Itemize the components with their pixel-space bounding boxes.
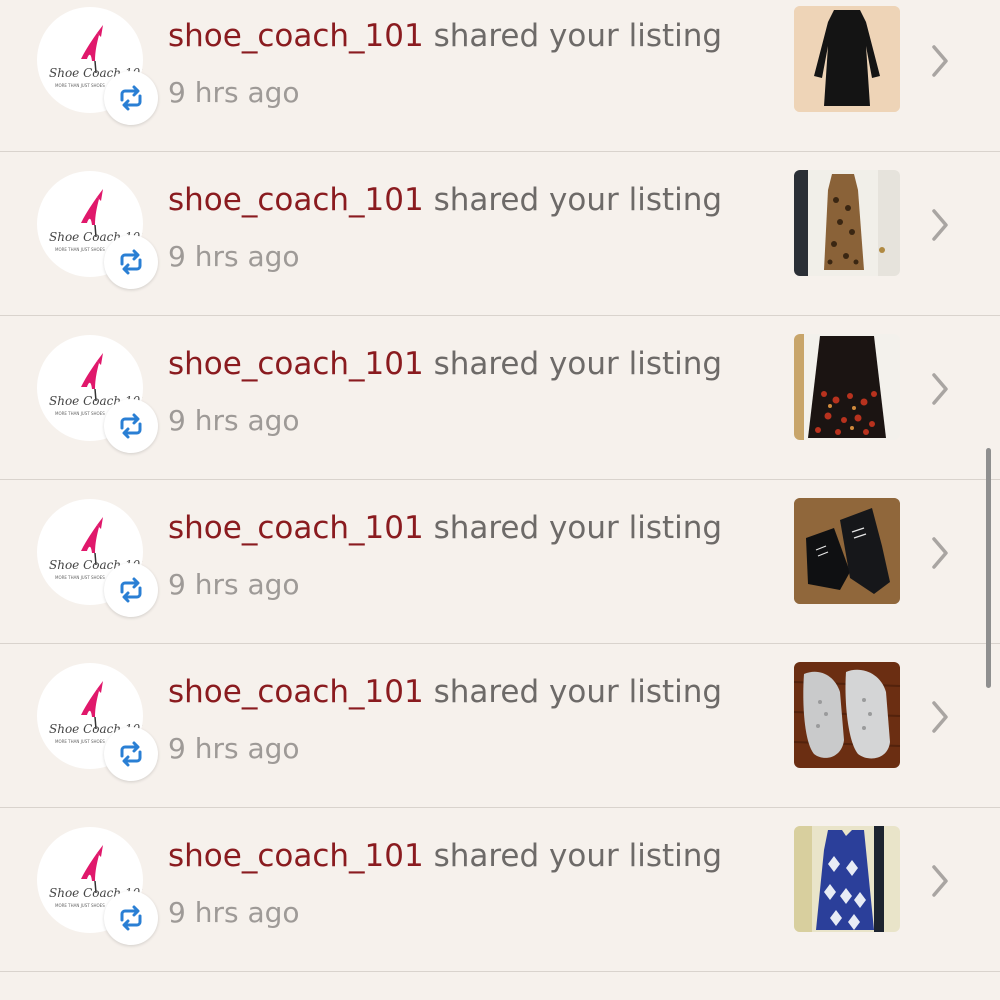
notification-text: shoe_coach_101 shared your listing bbox=[168, 670, 722, 714]
share-badge bbox=[104, 235, 158, 289]
listing-thumbnail[interactable] bbox=[794, 826, 900, 932]
timestamp: 9 hrs ago bbox=[168, 896, 300, 929]
share-badge bbox=[104, 399, 158, 453]
notification-text: shoe_coach_101 shared your listing bbox=[168, 14, 722, 58]
gray-sneakers-icon bbox=[794, 662, 900, 768]
notification-row[interactable]: Shoe Coach 101 MORE THAN JUST SHOES shoe… bbox=[0, 0, 1000, 152]
notification-text: shoe_coach_101 shared your listing bbox=[168, 506, 722, 550]
share-badge bbox=[104, 563, 158, 617]
notification-action: shared your listing bbox=[433, 674, 723, 710]
username-link[interactable]: shoe_coach_101 bbox=[168, 18, 424, 54]
notification-action: shared your listing bbox=[433, 510, 723, 546]
timestamp: 9 hrs ago bbox=[168, 568, 300, 601]
share-icon bbox=[120, 413, 142, 439]
notification-row[interactable]: Shoe Coach 101 MORE THAN JUST SHOES shoe… bbox=[0, 645, 1000, 808]
share-icon bbox=[120, 577, 142, 603]
chevron-right-icon[interactable] bbox=[928, 369, 952, 409]
notification-feed: Shoe Coach 101 MORE THAN JUST SHOES shoe… bbox=[0, 0, 1000, 1000]
notification-row[interactable]: Shoe Coach 101 MORE THAN JUST SHOES shoe… bbox=[0, 317, 1000, 480]
notification-action: shared your listing bbox=[433, 18, 723, 54]
username-link[interactable]: shoe_coach_101 bbox=[168, 182, 424, 218]
svg-text:MORE THAN JUST SHOES: MORE THAN JUST SHOES bbox=[55, 739, 105, 744]
notification-row[interactable]: Shoe Coach 101 MORE THAN JUST SHOES shoe… bbox=[0, 481, 1000, 644]
black-ankle-boots-icon bbox=[794, 498, 900, 604]
timestamp: 9 hrs ago bbox=[168, 240, 300, 273]
leopard-maxi-dress-icon bbox=[794, 170, 900, 276]
timestamp: 9 hrs ago bbox=[168, 404, 300, 437]
notification-text: shoe_coach_101 shared your listing bbox=[168, 834, 722, 878]
share-icon bbox=[120, 249, 142, 275]
share-badge bbox=[104, 71, 158, 125]
notification-action: shared your listing bbox=[433, 346, 723, 382]
svg-text:MORE THAN JUST SHOES: MORE THAN JUST SHOES bbox=[55, 247, 105, 252]
listing-thumbnail[interactable] bbox=[794, 170, 900, 276]
share-icon bbox=[120, 905, 142, 931]
notification-row[interactable]: Shoe Coach 101 MORE THAN JUST SHOES shoe… bbox=[0, 809, 1000, 972]
svg-text:MORE THAN JUST SHOES: MORE THAN JUST SHOES bbox=[55, 575, 105, 580]
vertical-scrollbar[interactable] bbox=[986, 448, 991, 688]
username-link[interactable]: shoe_coach_101 bbox=[168, 674, 424, 710]
listing-thumbnail[interactable] bbox=[794, 662, 900, 768]
black-dress-icon bbox=[794, 6, 900, 112]
listing-thumbnail[interactable] bbox=[794, 498, 900, 604]
chevron-right-icon[interactable] bbox=[928, 533, 952, 573]
username-link[interactable]: shoe_coach_101 bbox=[168, 346, 424, 382]
notification-row[interactable]: Shoe Coach 101 MORE THAN JUST SHOES shoe… bbox=[0, 153, 1000, 316]
svg-text:MORE THAN JUST SHOES: MORE THAN JUST SHOES bbox=[55, 903, 105, 908]
username-link[interactable]: shoe_coach_101 bbox=[168, 838, 424, 874]
notification-action: shared your listing bbox=[433, 838, 723, 874]
chevron-right-icon[interactable] bbox=[928, 41, 952, 81]
notification-text: shoe_coach_101 shared your listing bbox=[168, 342, 722, 386]
embroidered-skirt-icon bbox=[794, 334, 900, 440]
timestamp: 9 hrs ago bbox=[168, 732, 300, 765]
svg-text:MORE THAN JUST SHOES: MORE THAN JUST SHOES bbox=[55, 83, 105, 88]
share-badge bbox=[104, 891, 158, 945]
notification-action: shared your listing bbox=[433, 182, 723, 218]
username-link[interactable]: shoe_coach_101 bbox=[168, 510, 424, 546]
notification-text: shoe_coach_101 shared your listing bbox=[168, 178, 722, 222]
listing-thumbnail[interactable] bbox=[794, 334, 900, 440]
share-icon bbox=[120, 85, 142, 111]
listing-thumbnail[interactable] bbox=[794, 6, 900, 112]
timestamp: 9 hrs ago bbox=[168, 76, 300, 109]
chevron-right-icon[interactable] bbox=[928, 861, 952, 901]
blue-print-dress-icon bbox=[794, 826, 900, 932]
svg-text:MORE THAN JUST SHOES: MORE THAN JUST SHOES bbox=[55, 411, 105, 416]
share-badge bbox=[104, 727, 158, 781]
share-icon bbox=[120, 741, 142, 767]
chevron-right-icon[interactable] bbox=[928, 205, 952, 245]
chevron-right-icon[interactable] bbox=[928, 697, 952, 737]
